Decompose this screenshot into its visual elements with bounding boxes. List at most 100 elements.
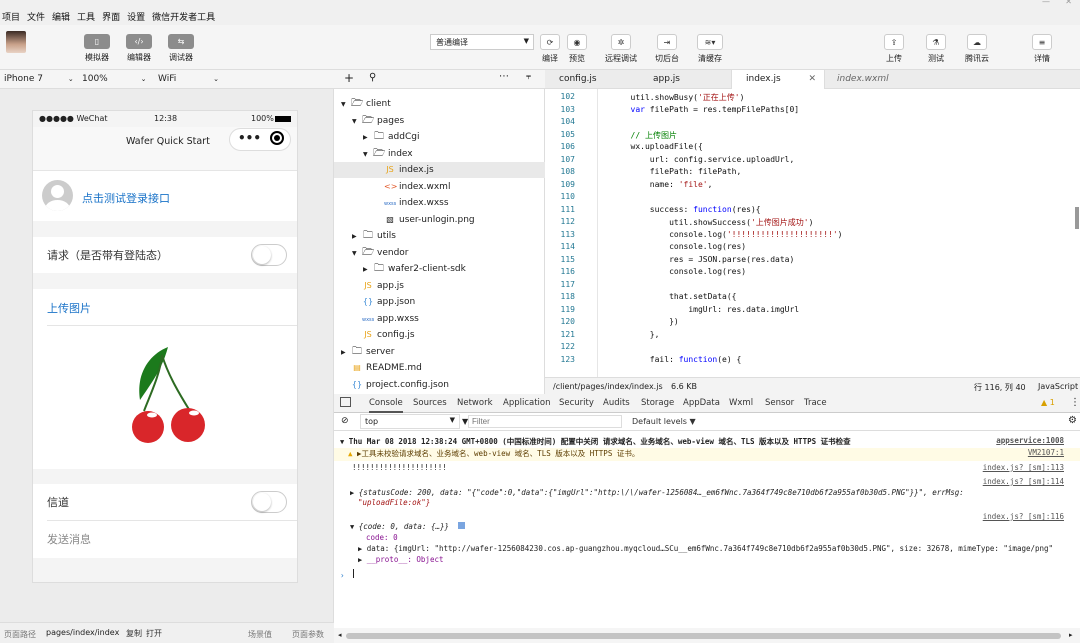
tab-trace[interactable]: Trace xyxy=(804,398,827,408)
chevron-right-icon[interactable]: ▶ xyxy=(352,229,362,245)
menu-item-edit[interactable]: 编辑 xyxy=(52,10,70,23)
tab-app-js[interactable]: app.js xyxy=(639,70,694,89)
tab-console[interactable]: Console xyxy=(369,398,403,413)
details-button[interactable]: ≡ 详情 xyxy=(1032,34,1052,64)
tab-sources[interactable]: Sources xyxy=(413,398,447,408)
chevron-right-icon[interactable]: ▶ xyxy=(363,130,373,146)
context-select[interactable]: top ▼ xyxy=(360,414,460,429)
tree-node[interactable]: ▼ 🗁 index xyxy=(334,146,545,162)
chevron-down-icon[interactable]: ▼ xyxy=(363,147,373,163)
tree-node[interactable]: JS index.js xyxy=(334,162,545,178)
tree-node[interactable]: ▶ 🗀 addCgi xyxy=(334,129,545,145)
login-row[interactable]: 点击测试登录接口 xyxy=(33,171,297,221)
more-vert-icon[interactable]: ⋮ xyxy=(1070,397,1080,408)
tree-node[interactable]: {} app.json xyxy=(334,294,545,310)
remote-debug-button[interactable]: ✲ 远程调试 xyxy=(605,34,637,64)
test-button[interactable]: ⚗ 测试 xyxy=(926,34,946,64)
inspect-icon[interactable] xyxy=(340,397,351,407)
menu-item-file[interactable]: 文件 xyxy=(27,10,45,23)
gear-icon[interactable]: ⚙ xyxy=(1068,415,1077,426)
simulator-button[interactable]: ▯ 模拟器 xyxy=(84,34,110,63)
tree-node[interactable]: wxss index.wxss xyxy=(334,195,545,211)
console-prompt[interactable]: › xyxy=(334,569,1080,581)
upload-button[interactable]: ⇪ 上传 xyxy=(884,34,904,64)
preview-button[interactable]: ◉ 预览 xyxy=(567,34,587,64)
open-path-button[interactable]: 打开 xyxy=(146,628,162,639)
tree-node[interactable]: ▼ 🗁 client xyxy=(334,96,545,112)
chevron-down-icon[interactable]: ▼ xyxy=(341,97,351,113)
compile-button[interactable]: ⟳ 编译 xyxy=(540,34,560,64)
tree-node[interactable]: wxss app.wxss xyxy=(334,311,545,327)
editor-scrollbar[interactable] xyxy=(1075,207,1079,229)
console-filter-input[interactable] xyxy=(468,415,622,428)
tab-appdata[interactable]: AppData xyxy=(683,398,720,408)
log-levels-select[interactable]: Default levels ▼ xyxy=(632,417,696,426)
scroll-left-icon[interactable]: ◂ xyxy=(338,631,342,639)
menu-item-tools[interactable]: 工具 xyxy=(77,10,95,23)
search-icon[interactable]: ⚲ xyxy=(369,72,376,83)
more-icon[interactable]: ••• xyxy=(238,131,261,145)
tab-sensor[interactable]: Sensor xyxy=(765,398,794,408)
chevron-right-icon[interactable]: ▶ xyxy=(341,345,351,361)
page-params-button[interactable]: 页面参数 xyxy=(292,629,324,640)
device-model-select[interactable]: iPhone 7 ⌄ xyxy=(4,74,74,84)
tree-node[interactable]: ▧ user-unlogin.png xyxy=(334,212,545,228)
menu-item-devtools[interactable]: 微信开发者工具 xyxy=(152,10,215,23)
capsule-menu[interactable]: ••• xyxy=(229,128,291,151)
network-select[interactable]: WiFi ⌄ xyxy=(158,74,219,84)
collapse-icon[interactable]: ⫧ xyxy=(526,72,531,82)
tree-node[interactable]: JS app.js xyxy=(334,278,545,294)
tab-index-wxml[interactable]: index.wxml xyxy=(823,70,903,89)
request-toggle[interactable] xyxy=(251,244,287,266)
send-message-button[interactable]: 发送消息 xyxy=(47,531,91,547)
language-mode[interactable]: JavaScript xyxy=(1038,382,1078,391)
zoom-select[interactable]: 100% ⌄ xyxy=(82,74,146,84)
expand-arrow-icon[interactable]: ▶ xyxy=(358,545,362,553)
tree-node[interactable]: <> index.wxml xyxy=(334,179,545,195)
tree-node[interactable]: JS config.js xyxy=(334,327,545,343)
scene-value-button[interactable]: 场景值 xyxy=(248,629,272,640)
chevron-down-icon[interactable]: ▼ xyxy=(352,246,362,262)
expand-arrow-icon[interactable]: ▼ xyxy=(350,523,354,531)
tab-config-js[interactable]: config.js xyxy=(545,70,611,89)
more-options-icon[interactable]: ⋯ xyxy=(499,71,509,82)
tree-node[interactable]: ▶ 🗀 utils xyxy=(334,228,545,244)
horizontal-scrollbar[interactable]: ◂ ▸ xyxy=(334,628,1080,643)
tab-audits[interactable]: Audits xyxy=(603,398,630,408)
chevron-down-icon[interactable]: ▼ xyxy=(352,114,362,130)
console-source-link[interactable]: VM2107:1 xyxy=(1028,448,1064,457)
tree-node[interactable]: {} project.config.json xyxy=(334,377,545,393)
copy-path-button[interactable]: 复制 xyxy=(126,628,142,639)
console-source-link[interactable]: index.js? [sm]:114 xyxy=(983,477,1064,486)
warning-counter[interactable]: ▲ 1 xyxy=(1041,398,1055,407)
tree-node[interactable]: ▶ 🗀 wafer2-client-sdk xyxy=(334,261,545,277)
scroll-right-icon[interactable]: ▸ xyxy=(1069,631,1073,639)
code-editor[interactable]: 102 util.showBusy('正在上传') 103 var filePat… xyxy=(545,89,1080,377)
clear-console-icon[interactable]: ⊘ xyxy=(341,416,349,426)
expand-arrow-icon[interactable]: ▶ xyxy=(350,489,354,497)
menu-item-view[interactable]: 界面 xyxy=(102,10,120,23)
background-button[interactable]: ⇥ 切后台 xyxy=(655,34,679,64)
tab-security[interactable]: Security xyxy=(559,398,594,408)
upload-image-link[interactable]: 上传图片 xyxy=(47,300,91,316)
console-source-link[interactable]: index.js? [sm]:113 xyxy=(983,463,1064,472)
close-icon[interactable]: ✕ xyxy=(808,70,816,89)
tab-wxml[interactable]: Wxml xyxy=(729,398,753,408)
debugger-button[interactable]: ⇆ 调试器 xyxy=(168,34,194,63)
clear-cache-button[interactable]: ≋▾ 清缓存 xyxy=(697,34,723,64)
tree-node[interactable]: ▤ README.md xyxy=(334,360,545,376)
console-property[interactable]: ▶ __proto__: Object xyxy=(334,555,1080,567)
login-link[interactable]: 点击测试登录接口 xyxy=(82,190,170,206)
add-file-icon[interactable]: + xyxy=(344,71,354,85)
tree-node[interactable]: ▶ 🗀 server xyxy=(334,344,545,360)
avatar[interactable] xyxy=(6,31,26,53)
menu-item-project[interactable]: 项目 xyxy=(2,10,20,23)
close-target-icon[interactable] xyxy=(270,131,284,145)
compile-mode-select[interactable]: 普通编译 ▼ xyxy=(430,34,534,50)
chevron-right-icon[interactable]: ▶ xyxy=(363,262,373,278)
tab-index-js[interactable]: index.js ✕ xyxy=(731,70,825,89)
scrollbar-thumb[interactable] xyxy=(346,633,1061,639)
editor-button[interactable]: ‹/› 编辑器 xyxy=(126,34,152,63)
expand-arrow-icon[interactable]: ▼ xyxy=(340,438,344,446)
console-source-link[interactable]: index.js? [sm]:116 xyxy=(983,512,1064,521)
